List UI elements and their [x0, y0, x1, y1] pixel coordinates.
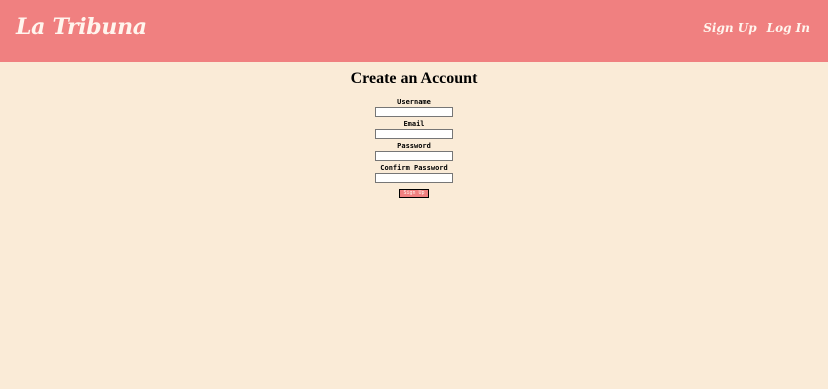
email-input[interactable]: [375, 129, 453, 139]
username-label: Username: [397, 98, 431, 106]
email-group: Email: [375, 120, 453, 142]
confirm-password-input[interactable]: [375, 173, 453, 183]
confirm-password-group: Confirm Password: [375, 164, 453, 186]
nav-log-in-link[interactable]: Log In: [767, 21, 810, 35]
email-label: Email: [403, 120, 425, 128]
signup-form: Username Email Password Confirm Password…: [0, 98, 828, 198]
password-label: Password: [397, 142, 431, 150]
username-input[interactable]: [375, 107, 453, 117]
site-logo[interactable]: La Tribuna: [16, 14, 147, 40]
page-title: Create an Account: [350, 70, 478, 87]
password-input[interactable]: [375, 151, 453, 161]
username-group: Username: [375, 98, 453, 120]
header-nav: Sign Up Log In: [703, 21, 810, 35]
sign-up-button[interactable]: Sign Up: [399, 189, 429, 198]
password-group: Password: [375, 142, 453, 164]
site-header: La Tribuna Sign Up Log In: [0, 0, 828, 62]
main-content: Create an Account Username Email Passwor…: [0, 62, 828, 389]
nav-sign-up-link[interactable]: Sign Up: [703, 21, 756, 35]
confirm-password-label: Confirm Password: [380, 164, 448, 172]
